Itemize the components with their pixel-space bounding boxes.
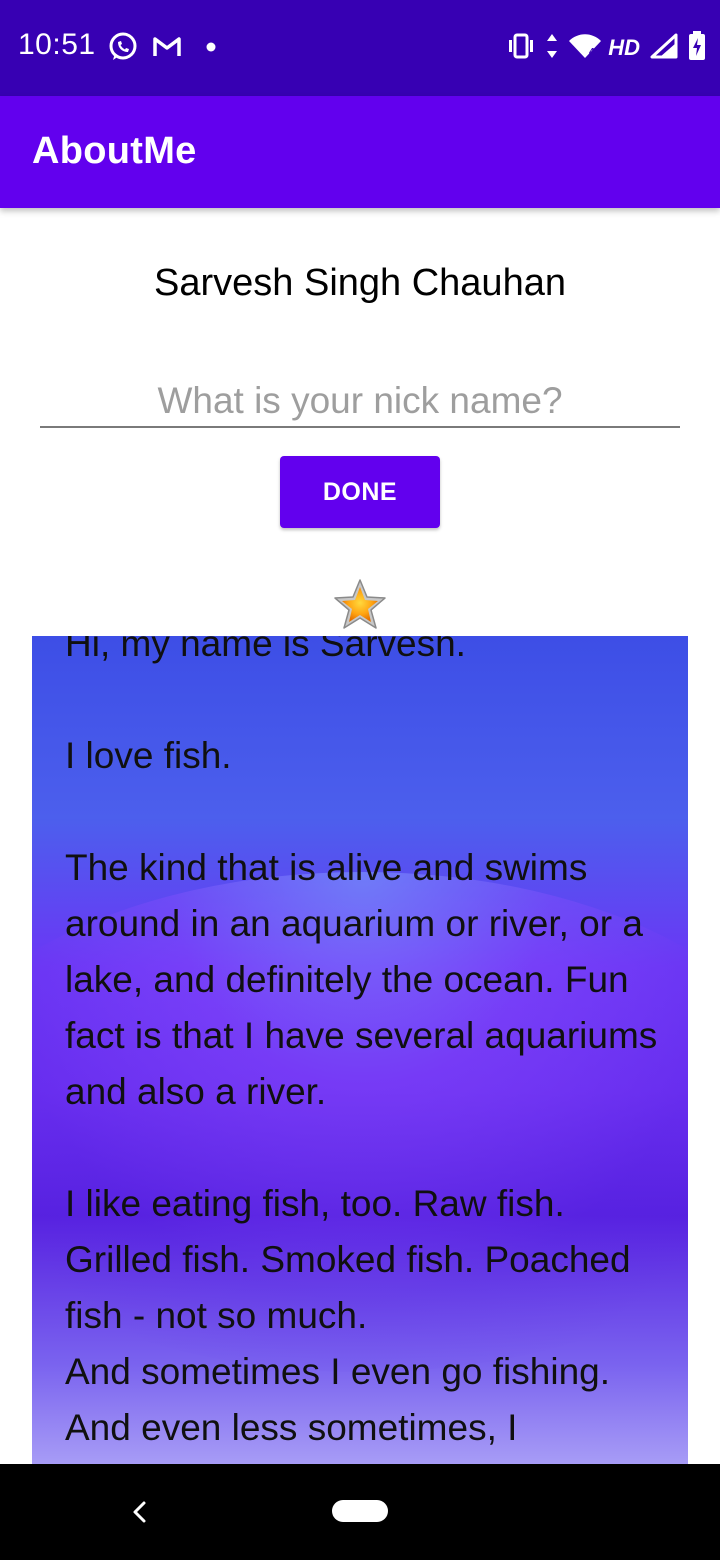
vibrate-icon — [506, 33, 536, 64]
back-icon[interactable] — [126, 1498, 154, 1526]
star-icon — [332, 578, 388, 634]
wifi-icon: 4 — [568, 33, 602, 64]
toolbar-title: AboutMe — [32, 130, 197, 172]
app-toolbar: AboutMe — [0, 96, 720, 208]
status-bar: 10:51 4 HD — [0, 0, 720, 96]
dot-icon — [194, 30, 228, 64]
battery-icon — [688, 30, 706, 66]
status-time: 10:51 — [18, 28, 96, 61]
app-screen: 10:51 4 HD AboutMe Sarvesh Singh Chauhan… — [0, 0, 720, 1560]
data-arrows-icon — [546, 33, 558, 64]
status-right-icons: 4 HD — [506, 28, 706, 68]
bio-text: Hi, my name is Sarvesh. I love fish. The… — [65, 636, 658, 1448]
network-type-label: HD — [608, 35, 640, 60]
whatsapp-icon — [106, 30, 140, 64]
svg-text:4: 4 — [589, 47, 595, 58]
home-pill[interactable] — [332, 1500, 388, 1522]
bio-scroll-view[interactable]: Hi, my name is Sarvesh. I love fish. The… — [32, 636, 688, 1464]
nickname-input[interactable] — [40, 376, 680, 428]
signal-icon — [650, 33, 678, 64]
done-button[interactable]: DONE — [280, 456, 440, 528]
name-text: Sarvesh Singh Chauhan — [154, 262, 566, 304]
gmail-icon — [150, 30, 184, 64]
